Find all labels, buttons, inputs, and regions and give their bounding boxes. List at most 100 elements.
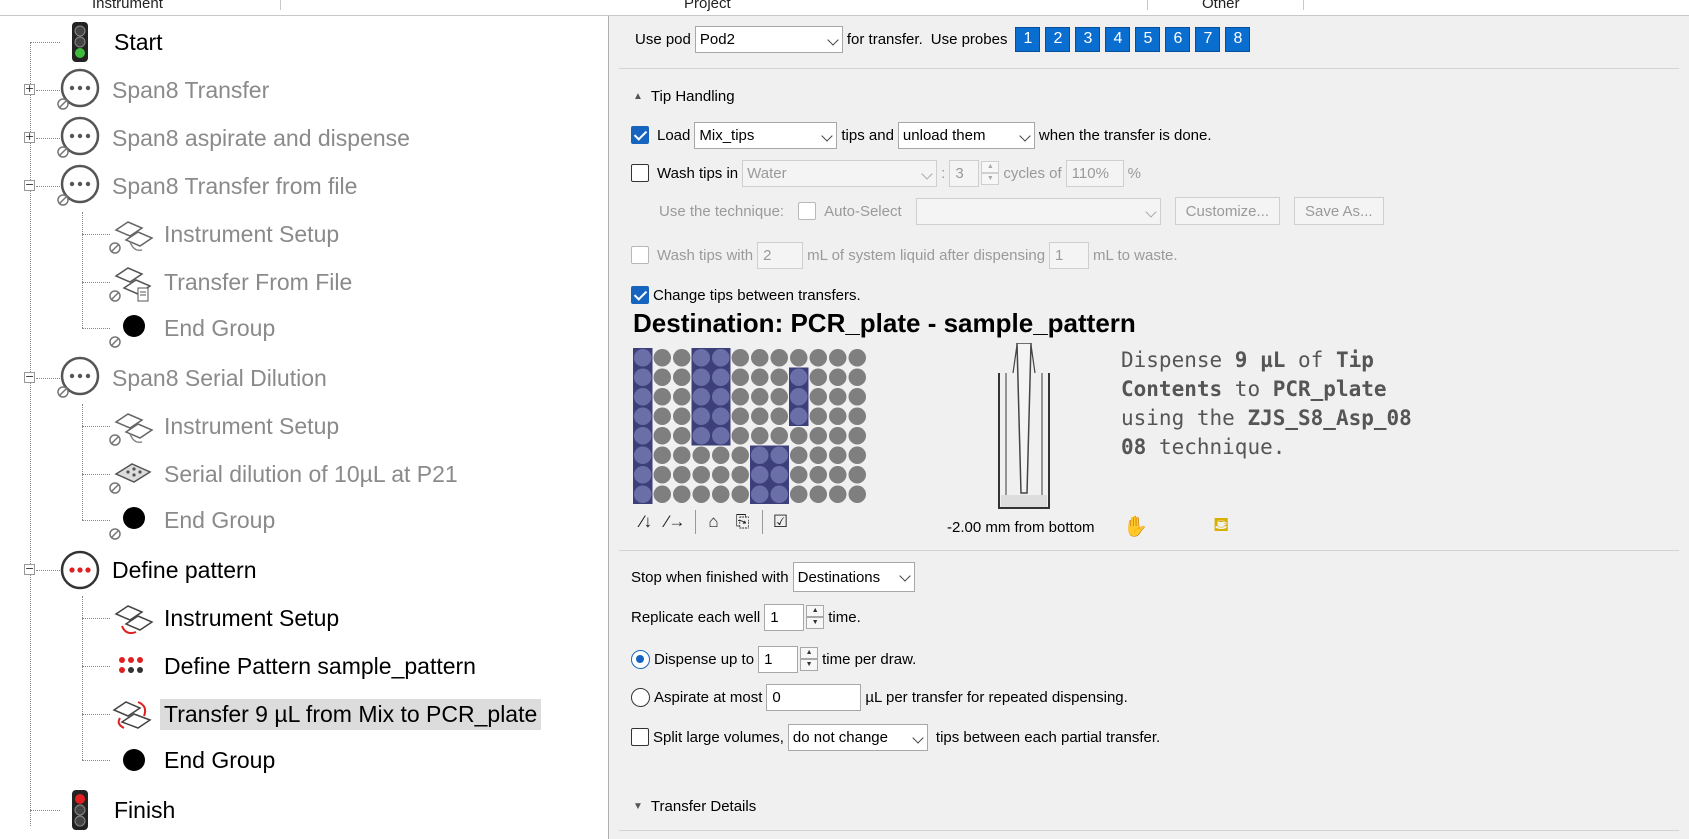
method-tree[interactable]: + + − − − Start Span8 Transfer Span8 asp… — [0, 16, 604, 839]
well-selected[interactable] — [634, 407, 652, 426]
probe-5-button[interactable]: 5 — [1135, 26, 1161, 52]
stop-select[interactable]: Destinations — [792, 562, 915, 592]
well-selected[interactable] — [634, 388, 652, 406]
tip-handling-header[interactable]: ▲ Tip Handling — [633, 84, 735, 108]
well-selected[interactable] — [634, 427, 652, 445]
well[interactable] — [673, 368, 691, 387]
well[interactable] — [712, 485, 730, 504]
wash-tips-with-checkbox[interactable] — [631, 246, 649, 264]
well[interactable] — [653, 349, 672, 367]
collapse-toggle[interactable]: − — [24, 563, 35, 575]
well-selected[interactable] — [712, 388, 730, 406]
well-selected[interactable] — [634, 349, 652, 367]
probe-3-button[interactable]: 3 — [1075, 26, 1101, 52]
wash-cycles-spinner[interactable]: ▲ ▼ — [981, 161, 1000, 185]
tree-item-define-pattern-group[interactable]: Define pattern — [56, 548, 260, 592]
system-liquid-input[interactable]: 2 — [757, 241, 804, 269]
tip-type-select[interactable]: Mix_tips — [694, 121, 838, 149]
checklist-icon[interactable]: ☑ — [767, 508, 794, 535]
collapse-toggle[interactable]: − — [24, 371, 35, 383]
well-selected[interactable] — [790, 407, 808, 426]
well-selected[interactable] — [770, 446, 789, 465]
fill-down-icon[interactable]: ⁄↓ — [633, 508, 660, 535]
well[interactable] — [653, 485, 672, 504]
well[interactable] — [809, 427, 828, 445]
load-tips-checkbox[interactable] — [631, 126, 649, 144]
tree-item-transfer[interactable]: Transfer 9 µL from Mix to PCR_plate — [108, 692, 542, 736]
well[interactable] — [809, 407, 828, 426]
well-selected[interactable] — [770, 466, 789, 484]
aspirate-input[interactable]: 0 — [766, 683, 862, 711]
well-selected[interactable] — [751, 466, 769, 484]
tree-item-span8-serial-dilution[interactable]: Span8 Serial Dilution — [56, 356, 331, 400]
well[interactable] — [790, 485, 808, 504]
well[interactable] — [692, 446, 711, 465]
well-selected[interactable] — [634, 368, 652, 387]
well[interactable] — [848, 349, 867, 367]
well[interactable] — [673, 446, 691, 465]
well[interactable] — [848, 485, 867, 504]
well[interactable] — [653, 446, 672, 465]
probe-1-button[interactable]: 1 — [1015, 26, 1041, 52]
save-as-button[interactable]: Save As... — [1294, 197, 1384, 225]
well-selected[interactable] — [751, 485, 769, 504]
replicate-spinner[interactable]: ▲ ▼ — [806, 605, 825, 629]
header-other[interactable]: Other — [1202, 0, 1240, 12]
well[interactable] — [731, 388, 750, 406]
plate-map[interactable] — [633, 348, 869, 506]
well[interactable] — [731, 407, 750, 426]
header-instrument[interactable]: Instrument — [92, 0, 163, 12]
tree-item-end-group[interactable]: End Group — [108, 498, 279, 542]
well[interactable] — [673, 349, 691, 367]
tree-item-end-group[interactable]: End Group — [108, 738, 279, 782]
aspirate-at-most-radio[interactable] — [631, 687, 650, 707]
well-selected[interactable] — [712, 349, 730, 367]
tree-item-transfer-from-file[interactable]: Transfer From File — [108, 260, 356, 304]
liquid-class-icon[interactable]: ⛾ — [1213, 514, 1229, 539]
dispense-up-to-radio[interactable] — [631, 649, 650, 669]
customize-button[interactable]: Customize... — [1174, 197, 1280, 225]
well[interactable] — [809, 466, 828, 484]
tree-item-instrument-setup[interactable]: Instrument Setup — [108, 596, 343, 640]
well[interactable] — [653, 368, 672, 387]
well[interactable] — [692, 485, 711, 504]
unload-action-select[interactable]: unload them — [897, 121, 1035, 149]
well[interactable] — [829, 368, 847, 387]
change-tips-checkbox[interactable] — [631, 286, 649, 304]
tree-item-serial-dilution[interactable]: Serial dilution of 10µL at P21 — [108, 452, 462, 496]
well[interactable] — [673, 388, 691, 406]
well-selected[interactable] — [692, 427, 711, 445]
well[interactable] — [731, 446, 750, 465]
well[interactable] — [770, 368, 789, 387]
header-project[interactable]: Project — [684, 0, 731, 12]
well-selected[interactable] — [634, 446, 652, 465]
well-selected[interactable] — [751, 446, 769, 465]
well[interactable] — [653, 466, 672, 484]
well[interactable] — [829, 407, 847, 426]
well-selected[interactable] — [692, 388, 711, 406]
well[interactable] — [848, 407, 867, 426]
well[interactable] — [731, 427, 750, 445]
well[interactable] — [673, 485, 691, 504]
waste-volume-input[interactable]: 1 — [1049, 241, 1090, 269]
transfer-details-header[interactable]: ▼ Transfer Details — [633, 794, 756, 818]
well[interactable] — [731, 466, 750, 484]
probe-4-button[interactable]: 4 — [1105, 26, 1131, 52]
well[interactable] — [829, 427, 847, 445]
well[interactable] — [848, 388, 867, 406]
well-selected[interactable] — [712, 407, 730, 426]
well-selected[interactable] — [692, 368, 711, 387]
well[interactable] — [770, 407, 789, 426]
well[interactable] — [790, 349, 808, 367]
well[interactable] — [731, 485, 750, 504]
well[interactable] — [653, 427, 672, 445]
tree-item-finish[interactable]: Finish — [58, 788, 179, 832]
wash-liquid-select[interactable]: Water — [742, 159, 938, 187]
probe-7-button[interactable]: 7 — [1195, 26, 1221, 52]
well[interactable] — [829, 388, 847, 406]
dispense-hand-icon[interactable]: ✋ — [1123, 514, 1148, 539]
well[interactable] — [809, 368, 828, 387]
probe-2-button[interactable]: 2 — [1045, 26, 1071, 52]
well[interactable] — [829, 485, 847, 504]
pod-select[interactable]: Pod2 — [694, 25, 843, 53]
